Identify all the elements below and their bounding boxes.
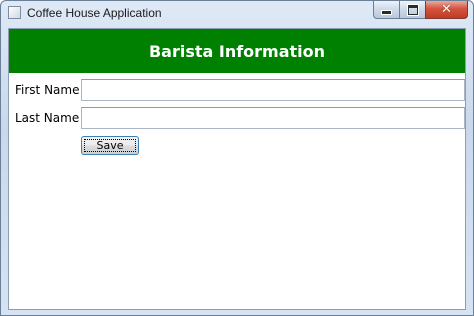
close-button[interactable]: ✕ [425,1,468,19]
client-area: Barista Information First Name Last Name… [8,28,466,310]
window-title: Coffee House Application [27,6,162,20]
maximize-icon [406,3,419,16]
first-name-label: First Name [15,83,80,97]
caption-buttons: ✕ [373,1,468,19]
app-icon[interactable] [8,6,21,19]
save-button[interactable]: Save [81,136,139,155]
last-name-field[interactable] [81,107,465,129]
header-banner: Barista Information [9,29,465,73]
page-title: Barista Information [148,41,326,61]
maximize-button[interactable] [399,1,425,19]
last-name-label: Last Name [15,111,80,125]
minimize-icon [381,10,392,15]
save-button-label: Save [96,139,124,152]
application-window: Coffee House Application ✕ Barista Infor… [0,0,474,316]
first-name-field[interactable] [81,79,465,101]
close-icon: ✕ [441,2,452,17]
title-bar[interactable]: Coffee House Application ✕ [1,1,473,25]
minimize-button[interactable] [373,1,399,19]
